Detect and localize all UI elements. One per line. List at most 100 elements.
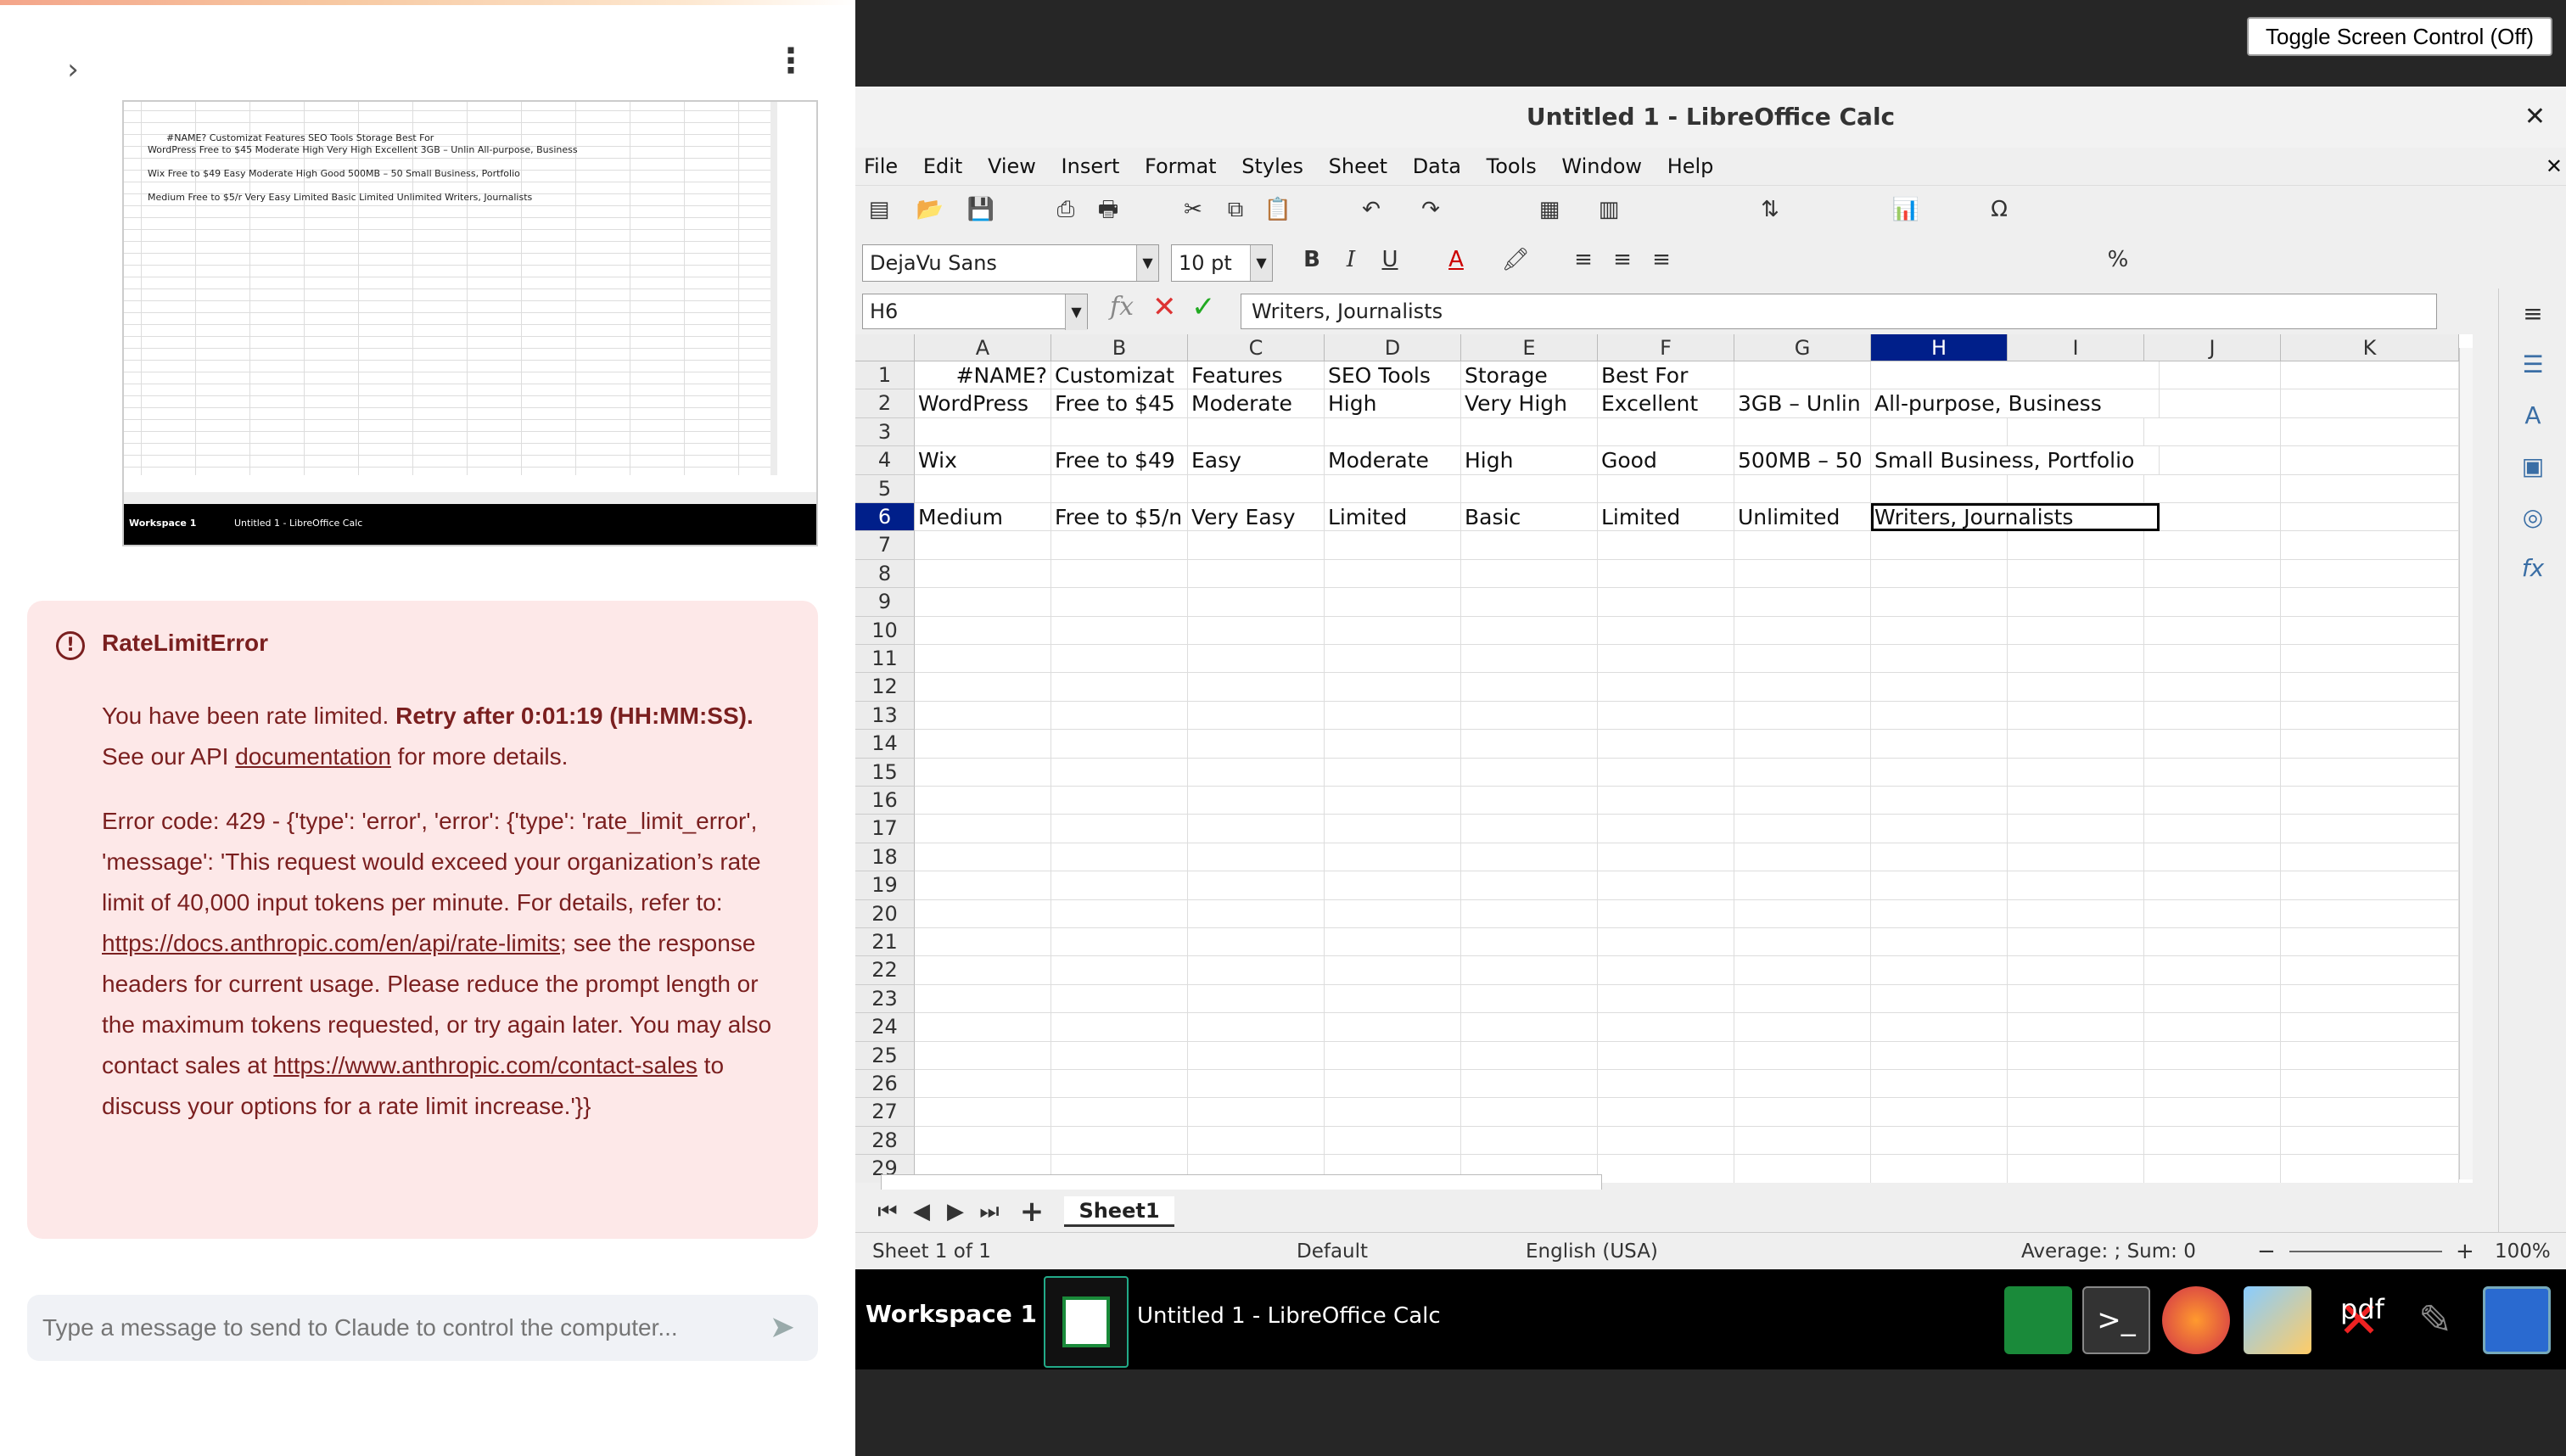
- row-header-3[interactable]: 3: [855, 417, 915, 447]
- cell-e4[interactable]: High: [1461, 446, 1598, 475]
- chevron-down-icon[interactable]: ▼: [1065, 294, 1087, 330]
- text-editor-icon[interactable]: ✎: [2401, 1286, 2469, 1354]
- cell-i19[interactable]: [2008, 871, 2144, 900]
- cell-e12[interactable]: [1461, 673, 1598, 702]
- cell-k5[interactable]: [2281, 474, 2459, 503]
- cell-j5[interactable]: [2144, 474, 2281, 503]
- cell-d22[interactable]: [1325, 956, 1461, 985]
- menu-format[interactable]: Format: [1145, 154, 1217, 178]
- navigator-icon[interactable]: ◎: [2516, 501, 2550, 535]
- cell-d2[interactable]: High: [1325, 389, 1461, 418]
- cell-f14[interactable]: [1598, 730, 1734, 759]
- cell-g14[interactable]: [1734, 730, 1871, 759]
- cell-j9[interactable]: [2144, 588, 2281, 617]
- cell-k14[interactable]: [2281, 730, 2459, 759]
- cell-j8[interactable]: [2144, 559, 2281, 589]
- cell-c21[interactable]: [1188, 928, 1325, 957]
- cell-d12[interactable]: [1325, 673, 1461, 702]
- menu-sheet[interactable]: Sheet: [1329, 154, 1387, 178]
- cell-d28[interactable]: [1325, 1126, 1461, 1156]
- cell-e14[interactable]: [1461, 730, 1598, 759]
- cell-b15[interactable]: [1051, 758, 1188, 787]
- cell-g12[interactable]: [1734, 673, 1871, 702]
- cell-c20[interactable]: [1188, 899, 1325, 928]
- cell-c17[interactable]: [1188, 815, 1325, 843]
- copy-icon[interactable]: ⧉: [1220, 194, 1251, 225]
- cell-b3[interactable]: [1051, 417, 1188, 447]
- calc-launcher-icon[interactable]: [2004, 1286, 2072, 1354]
- cell-a24[interactable]: [915, 1013, 1051, 1042]
- styles-icon[interactable]: A: [2516, 399, 2550, 433]
- bold-icon[interactable]: B: [1297, 244, 1327, 275]
- cell-f7[interactable]: [1598, 531, 1734, 560]
- cell-f16[interactable]: [1598, 787, 1734, 815]
- cell-i21[interactable]: [2008, 928, 2144, 957]
- cell-d8[interactable]: [1325, 559, 1461, 589]
- cell-a9[interactable]: [915, 588, 1051, 617]
- cell-j14[interactable]: [2144, 730, 2281, 759]
- cell-a10[interactable]: [915, 616, 1051, 645]
- cell-k21[interactable]: [2281, 928, 2459, 957]
- col-header-c[interactable]: C: [1188, 334, 1325, 361]
- cell-f9[interactable]: [1598, 588, 1734, 617]
- cell-g27[interactable]: [1734, 1098, 1871, 1127]
- cell-e21[interactable]: [1461, 928, 1598, 957]
- cell-g22[interactable]: [1734, 956, 1871, 985]
- cell-b11[interactable]: [1051, 645, 1188, 674]
- row-header-21[interactable]: 21: [855, 928, 915, 957]
- close-icon[interactable]: ✕: [2524, 87, 2546, 148]
- cell-b7[interactable]: [1051, 531, 1188, 560]
- cell-a17[interactable]: [915, 815, 1051, 843]
- cell-i11[interactable]: [2008, 645, 2144, 674]
- cell-i16[interactable]: [2008, 787, 2144, 815]
- cell-e19[interactable]: [1461, 871, 1598, 900]
- cell-k9[interactable]: [2281, 588, 2459, 617]
- functions-icon[interactable]: fx: [2516, 552, 2550, 585]
- cell-i29[interactable]: [2008, 1155, 2144, 1183]
- cell-g18[interactable]: [1734, 843, 1871, 872]
- cell-d23[interactable]: [1325, 984, 1461, 1014]
- chart-icon[interactable]: 📊: [1891, 194, 1921, 225]
- zoom-out-icon[interactable]: −: [2257, 1233, 2276, 1270]
- chat-input[interactable]: [42, 1308, 738, 1347]
- cell-a28[interactable]: [915, 1126, 1051, 1156]
- formula-input[interactable]: Writers, Journalists: [1241, 294, 2437, 329]
- cell-f18[interactable]: [1598, 843, 1734, 872]
- spreadsheet-grid[interactable]: A B C D E F G H I J K 1 2 3 4 5 6 7 8 9 10 11 12 13 1…: [855, 334, 2473, 1183]
- cell-d14[interactable]: [1325, 730, 1461, 759]
- cell-e9[interactable]: [1461, 588, 1598, 617]
- cell-f25[interactable]: [1598, 1041, 1734, 1070]
- cell-h2[interactable]: All-purpose, Business: [1871, 389, 2160, 418]
- cell-f5[interactable]: [1598, 474, 1734, 503]
- row-header-26[interactable]: 26: [855, 1070, 915, 1099]
- cell-f10[interactable]: [1598, 616, 1734, 645]
- cell-c24[interactable]: [1188, 1013, 1325, 1042]
- cell-d9[interactable]: [1325, 588, 1461, 617]
- cell-k29[interactable]: [2281, 1155, 2459, 1183]
- cell-k19[interactable]: [2281, 871, 2459, 900]
- cell-k3[interactable]: [2281, 417, 2459, 447]
- cell-d19[interactable]: [1325, 871, 1461, 900]
- cell-g8[interactable]: [1734, 559, 1871, 589]
- terminal-icon[interactable]: >_: [2082, 1286, 2150, 1354]
- cell-g13[interactable]: [1734, 701, 1871, 731]
- save-icon[interactable]: 💾: [966, 194, 996, 225]
- row-header-28[interactable]: 28: [855, 1126, 915, 1156]
- cell-b19[interactable]: [1051, 871, 1188, 900]
- paste-icon[interactable]: 📋: [1263, 194, 1293, 225]
- close-document-icon[interactable]: ✕: [2546, 148, 2563, 185]
- cell-j23[interactable]: [2144, 984, 2281, 1014]
- cut-icon[interactable]: ✂: [1178, 194, 1208, 225]
- cell-a21[interactable]: [915, 928, 1051, 957]
- cell-j13[interactable]: [2144, 701, 2281, 731]
- cell-j4[interactable]: [2144, 446, 2281, 475]
- cell-g16[interactable]: [1734, 787, 1871, 815]
- cell-e2[interactable]: Very High: [1461, 389, 1598, 418]
- cell-a8[interactable]: [915, 559, 1051, 589]
- cell-k6[interactable]: [2281, 503, 2459, 532]
- cell-a20[interactable]: [915, 899, 1051, 928]
- row-header-5[interactable]: 5: [855, 474, 915, 503]
- columns-icon[interactable]: ▥: [1594, 194, 1624, 225]
- chevron-right-icon[interactable]: ›: [56, 53, 90, 87]
- cell-a2[interactable]: WordPress: [915, 389, 1051, 418]
